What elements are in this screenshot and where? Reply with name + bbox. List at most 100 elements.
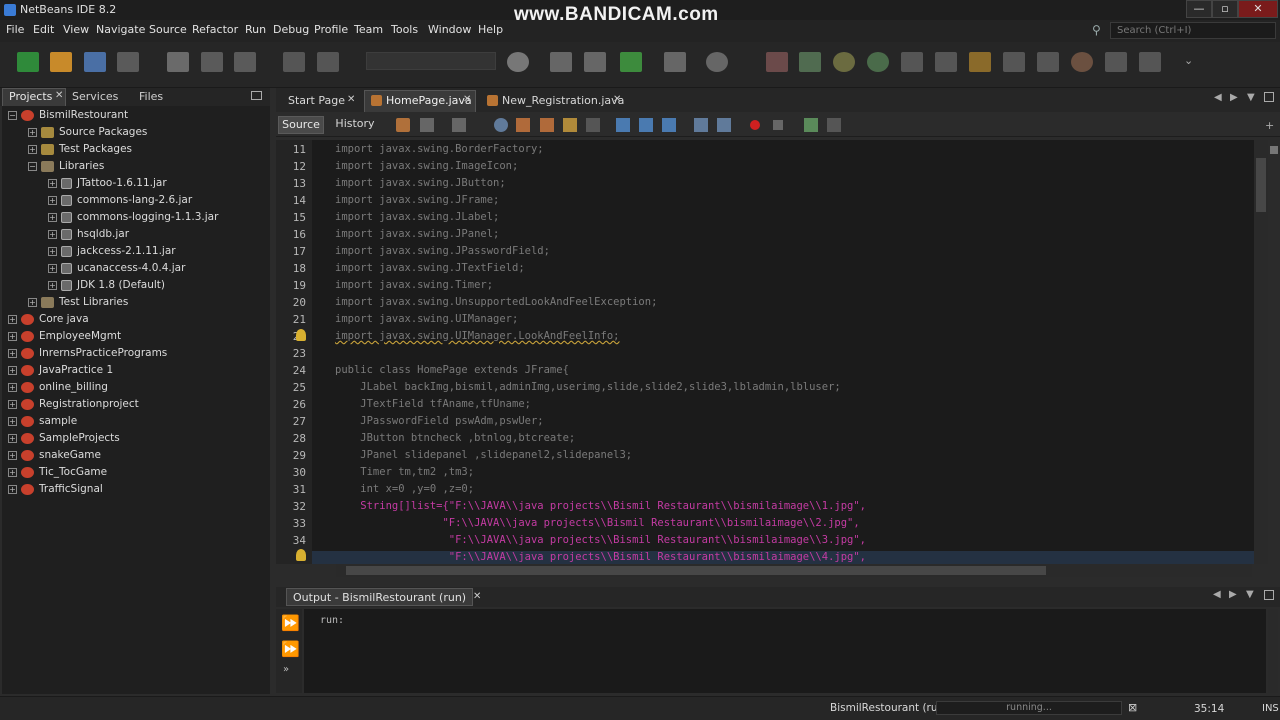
tree-item[interactable]: + Test Libraries <box>28 296 128 312</box>
tools-icon[interactable] <box>1105 52 1127 72</box>
tree-item[interactable]: + SampleProjects <box>8 432 120 448</box>
code-line[interactable]: JPasswordField pswAdm,pswUer; <box>335 415 543 432</box>
tree-item[interactable]: + JavaPractice 1 <box>8 364 113 380</box>
close-window-button[interactable]: ✕ <box>1238 0 1278 18</box>
code-line[interactable]: import javax.swing.JPanel; <box>335 228 499 245</box>
tree-item[interactable]: + snakeGame <box>8 449 101 465</box>
tab-services[interactable]: Services <box>72 90 118 103</box>
shift-left-icon[interactable] <box>694 118 708 132</box>
last-edit-icon[interactable] <box>396 118 410 132</box>
config-select[interactable] <box>366 52 496 70</box>
close-icon[interactable]: ✕ <box>347 94 355 105</box>
copy-icon[interactable] <box>201 52 223 72</box>
tree-item[interactable]: + hsqldb.jar <box>48 228 129 244</box>
toggle-bookmark-icon[interactable] <box>662 118 676 132</box>
tab-projects[interactable]: Projects <box>9 90 52 103</box>
paste-icon[interactable] <box>234 52 256 72</box>
code-line[interactable]: "F:\\JAVA\\java projects\\Bismil Restaur… <box>335 534 866 551</box>
tab-files[interactable]: Files <box>139 90 163 103</box>
expand-icon[interactable]: + <box>8 331 17 341</box>
code-line[interactable]: public class HomePage extends JFrame{ <box>335 364 569 381</box>
find-previous-icon[interactable] <box>516 118 530 132</box>
expand-icon[interactable]: + <box>8 450 17 460</box>
toggle-highlight-icon[interactable] <box>563 118 577 132</box>
expand-icon[interactable]: + <box>8 348 17 358</box>
menu-edit[interactable]: Edit <box>33 23 54 36</box>
tree-item[interactable]: − BismilRestourant <box>8 109 128 125</box>
expand-icon[interactable]: + <box>28 144 37 154</box>
scroll-tabs-right-icon[interactable]: ▶ <box>1230 92 1238 103</box>
close-icon[interactable]: ✕ <box>473 591 481 602</box>
tree-item[interactable]: + JTattoo-1.6.11.jar <box>48 177 167 193</box>
tree-item[interactable]: + ucanaccess-4.0.4.jar <box>48 262 185 278</box>
maximize-output-icon[interactable] <box>1264 590 1274 600</box>
expand-icon[interactable]: + <box>8 382 17 392</box>
step-into-icon[interactable] <box>901 52 923 72</box>
expand-icon[interactable]: + <box>48 229 57 239</box>
scroll-left-icon[interactable]: ◀ <box>1213 589 1221 600</box>
expand-icon[interactable]: + <box>8 484 17 494</box>
expand-icon[interactable]: + <box>48 246 57 256</box>
cut-icon[interactable] <box>167 52 189 72</box>
take-snapshot-icon[interactable] <box>1037 52 1059 72</box>
stop-icon[interactable] <box>766 52 788 72</box>
memory-icon[interactable] <box>1071 52 1093 72</box>
maximize-editor-icon[interactable] <box>1264 92 1274 102</box>
save-all-icon[interactable] <box>117 52 139 72</box>
tree-item[interactable]: + Registrationproject <box>8 398 139 414</box>
scroll-right-icon[interactable]: ▶ <box>1229 589 1237 600</box>
cancel-task-icon[interactable]: ⊠ <box>1128 702 1140 714</box>
code-line[interactable]: String[]list={"F:\\JAVA\\java projects\\… <box>335 500 866 517</box>
menu-window[interactable]: Window <box>428 23 471 36</box>
window-icon[interactable] <box>1139 52 1161 72</box>
tab-homepage-java[interactable]: HomePage.java <box>386 94 472 107</box>
expand-icon[interactable]: + <box>28 297 37 307</box>
code-line[interactable]: "F:\\JAVA\\java projects\\Bismil Restaur… <box>335 551 866 564</box>
toggle-selection-icon[interactable] <box>586 118 600 132</box>
output-tab[interactable]: Output - BismilRestourant (run) <box>286 588 474 606</box>
expand-icon[interactable]: + <box>8 467 17 477</box>
menu-view[interactable]: View <box>63 23 89 36</box>
minimize-panel-icon[interactable] <box>251 91 262 100</box>
code-line[interactable]: JLabel backImg,bismil,adminImg,userimg,s… <box>335 381 840 398</box>
code-line[interactable]: Timer tm,tm2 ,tm3; <box>335 466 474 483</box>
tab-new-registration-java[interactable]: New_Registration.java <box>502 94 624 107</box>
code-line[interactable]: import javax.swing.BorderFactory; <box>335 143 544 160</box>
back-icon[interactable] <box>420 118 434 132</box>
more-actions-icon[interactable]: » <box>283 664 289 675</box>
tree-item[interactable]: + Test Packages <box>28 143 132 159</box>
toolbar-overflow-icon[interactable]: ⌄ <box>1184 54 1193 67</box>
code-line[interactable]: import javax.swing.ImageIcon; <box>335 160 518 177</box>
apply-changes-icon[interactable] <box>1003 52 1025 72</box>
code-line[interactable]: import javax.swing.JTextField; <box>335 262 525 279</box>
find-next-icon[interactable] <box>540 118 554 132</box>
menu-team[interactable]: Team <box>354 23 383 36</box>
collapse-icon[interactable]: − <box>8 110 17 120</box>
minimize-button[interactable]: — <box>1186 0 1212 18</box>
expand-icon[interactable]: + <box>48 280 57 290</box>
lightbulb-hint-icon[interactable] <box>296 329 306 341</box>
code-line[interactable]: JTextField tfAname,tfUname; <box>335 398 531 415</box>
menu-navigate[interactable]: Navigate <box>96 23 145 36</box>
expand-icon[interactable]: + <box>48 195 57 205</box>
code-line[interactable]: import javax.swing.JLabel; <box>335 211 499 228</box>
code-line[interactable]: import javax.swing.JPasswordField; <box>335 245 550 262</box>
code-line[interactable]: import javax.swing.UnsupportedLookAndFee… <box>335 296 657 313</box>
code-line[interactable]: import javax.swing.JButton; <box>335 177 506 194</box>
code-line[interactable]: import javax.swing.Timer; <box>335 279 493 296</box>
code-line[interactable]: import javax.swing.UIManager; <box>335 313 518 330</box>
expand-icon[interactable]: + <box>8 416 17 426</box>
expand-icon[interactable]: + <box>48 212 57 222</box>
profile-icon[interactable] <box>706 52 728 72</box>
continue-icon[interactable] <box>833 52 855 72</box>
undo-icon[interactable] <box>283 52 305 72</box>
tree-item[interactable]: + Core java <box>8 313 89 329</box>
menu-tools[interactable]: Tools <box>391 23 418 36</box>
code-line[interactable]: "F:\\JAVA\\java projects\\Bismil Restaur… <box>335 517 859 534</box>
expand-icon[interactable]: + <box>48 178 57 188</box>
scroll-tabs-left-icon[interactable]: ◀ <box>1214 92 1222 103</box>
tree-item[interactable]: − Libraries <box>28 160 104 176</box>
code-line[interactable]: JButton btncheck ,btnlog,btcreate; <box>335 432 575 449</box>
code-line[interactable]: int x=0 ,y=0 ,z=0; <box>335 483 474 500</box>
maximize-button[interactable]: ▫ <box>1212 0 1238 18</box>
